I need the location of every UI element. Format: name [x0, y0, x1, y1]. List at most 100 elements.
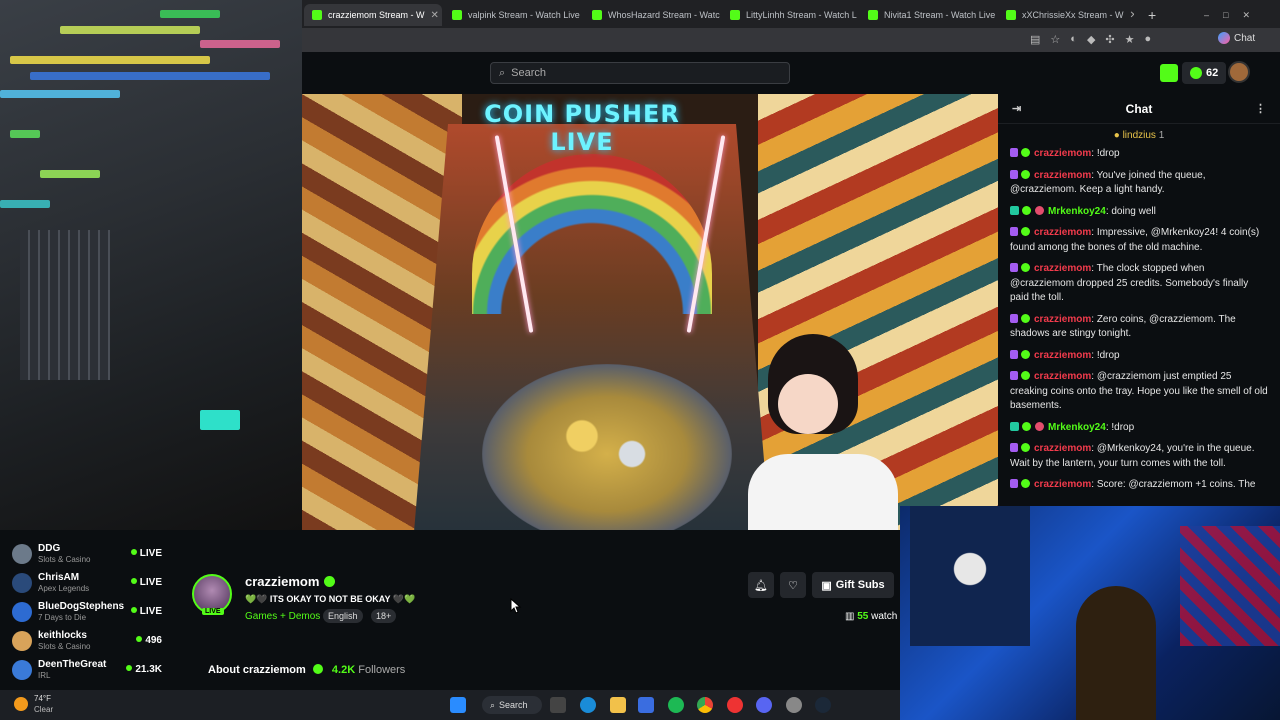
chrome-icon[interactable] — [697, 697, 713, 713]
steam-icon[interactable] — [815, 697, 831, 713]
sidebar-channel-bluedogstephens[interactable]: BlueDogStephens 7 Days to Die LIVE — [12, 598, 168, 624]
mic-badge-icon — [1010, 349, 1018, 359]
user-avatar[interactable] — [1228, 61, 1250, 83]
close-tab-icon[interactable]: ✕ — [1130, 10, 1134, 21]
discord-icon[interactable] — [756, 697, 772, 713]
obs-icon[interactable] — [727, 697, 743, 713]
chat-username[interactable]: crazziemom — [1034, 148, 1091, 159]
search-input[interactable]: ⌕ Search — [490, 62, 790, 84]
chat-username[interactable]: crazziemom — [1034, 263, 1091, 274]
live-status: LIVE — [131, 577, 162, 588]
file-explorer-icon[interactable] — [610, 697, 626, 713]
tag-18plus[interactable]: 18+ — [371, 609, 397, 623]
reading-mode-icon[interactable]: ▤ — [1030, 33, 1040, 46]
tab-crazziemom[interactable]: crazziemom Stream - W ✕ — [304, 4, 442, 26]
collapse-chat-icon[interactable]: ⇥ — [1012, 102, 1021, 115]
copilot-icon — [1218, 32, 1230, 44]
notification-bell-button[interactable]: 🔔︎ — [748, 572, 774, 598]
viewer-count: 21.3K — [126, 664, 162, 675]
gift-icon: ▣ — [821, 579, 832, 592]
follow-button[interactable]: ♡ — [780, 572, 806, 598]
mouse-cursor-icon — [510, 598, 522, 614]
chat-username[interactable]: crazziemom — [1034, 479, 1091, 490]
bookmark-star-icon[interactable]: ☆ — [1050, 33, 1060, 46]
chat-button[interactable]: Chat — [1218, 32, 1255, 44]
pinned-user: lindzius — [1122, 130, 1156, 141]
close-tab-icon[interactable]: ✕ — [431, 10, 439, 21]
gifter-badge-icon: ● — [1113, 130, 1120, 141]
new-tab-button[interactable]: + — [1140, 4, 1160, 26]
tab-label: Nivita1 Stream - Watch Live — [884, 10, 996, 20]
top-gifter-bar[interactable]: ● lindzius 1 — [998, 124, 1280, 145]
gift-badge-icon — [1022, 421, 1031, 431]
gift-subs-button[interactable]: ▣ Gift Subs — [812, 572, 894, 598]
settings-gear-icon[interactable] — [786, 697, 802, 713]
streamer-name[interactable]: crazziemom — [245, 574, 336, 589]
watchers-label: watch — [871, 611, 898, 622]
chat-text: Score: @crazziemom +1 coins. The — [1096, 479, 1256, 490]
spotify-icon[interactable] — [668, 697, 684, 713]
chat-username[interactable]: crazziemom — [1034, 170, 1091, 181]
avatar — [12, 544, 32, 564]
channel-category: Apex Legends — [38, 584, 90, 593]
tab-xxchrissiexx[interactable]: xXChrissieXx Stream - W ✕ — [998, 4, 1134, 26]
chat-message: crazziemom: @crazziemom just emptied 25 … — [1010, 371, 1268, 411]
search-icon: ⌕ — [490, 699, 496, 710]
favorites-icon[interactable]: ★ — [1125, 33, 1135, 46]
chat-message: crazziemom: @Mrkenkoy24, you're in the q… — [1010, 443, 1255, 469]
verified-icon — [312, 664, 323, 674]
chat-username[interactable]: crazziemom — [1034, 350, 1091, 361]
windows-start-icon[interactable] — [450, 697, 466, 713]
tab-littylinhh[interactable]: LittyLinhh Stream - Watch L ✕ — [722, 4, 858, 26]
avatar — [12, 573, 32, 593]
edge-browser-icon[interactable] — [580, 697, 596, 713]
kicks-balance[interactable]: 62 — [1182, 62, 1227, 84]
channel-name: keithlocks — [38, 630, 87, 641]
kicks-count: 62 — [1206, 67, 1219, 79]
sidebar-channel-ddg[interactable]: DDG Slots & Casino LIVE — [12, 540, 168, 566]
chat-username[interactable]: Mrkenkoy24 — [1048, 422, 1106, 433]
avatar — [12, 602, 32, 622]
chat-username[interactable]: crazziemom — [1034, 371, 1091, 382]
verified-badge-icon — [1021, 349, 1030, 359]
close-window-icon[interactable]: ✕ — [1242, 10, 1250, 21]
mic-badge-icon — [1010, 148, 1018, 157]
extension-icon[interactable]: ◆ — [1087, 33, 1095, 46]
sidebar-channel-deenthegreat[interactable]: DeenTheGreat IRL 21.3K — [12, 656, 168, 682]
kicks-icon — [1190, 67, 1202, 79]
sidebar-channel-chrisam[interactable]: ChrisAM Apex Legends LIVE — [12, 569, 168, 595]
verified-icon — [324, 576, 336, 587]
sidebar-channel-keithlocks[interactable]: keithlocks Slots & Casino 496 — [12, 627, 168, 653]
extension-icon[interactable]: ◐ — [1070, 33, 1077, 46]
heart-icon: ♡ — [788, 579, 798, 592]
mic-badge-icon — [1010, 313, 1018, 323]
chat-username[interactable]: crazziemom — [1034, 314, 1091, 325]
gift-icon[interactable] — [1160, 64, 1178, 82]
person-silhouette — [1076, 586, 1156, 720]
gift-subs-label: Gift Subs — [835, 579, 885, 591]
taskbar-search[interactable]: ⌕ Search — [482, 696, 542, 714]
daw-clip — [200, 40, 280, 48]
tab-label: LittyLinhh Stream - Watch L — [746, 10, 857, 20]
bell-icon: 🔔︎ — [754, 579, 768, 592]
maximize-icon[interactable]: □ — [1223, 10, 1228, 20]
chat-username[interactable]: crazziemom — [1034, 443, 1091, 454]
weather-widget[interactable]: 74°F Clear — [14, 693, 74, 717]
chat-username[interactable]: Mrkenkoy24 — [1048, 206, 1106, 217]
tab-valpink[interactable]: valpink Stream - Watch Live ✕ — [444, 4, 582, 26]
extensions-puzzle-icon[interactable]: ✣ — [1105, 33, 1114, 46]
minimize-icon[interactable]: – — [1204, 10, 1209, 20]
verified-badge-icon — [1021, 371, 1030, 380]
chat-users-icon[interactable]: ⋮ — [1255, 102, 1266, 115]
chat-username[interactable]: crazziemom — [1034, 227, 1091, 238]
task-view-icon[interactable] — [550, 697, 566, 713]
stream-category-link[interactable]: Games + Demos — [245, 611, 320, 622]
tag-english[interactable]: English — [323, 609, 363, 623]
profile-avatar[interactable]: ● — [1145, 33, 1152, 46]
channel-category: Slots & Casino — [38, 642, 91, 651]
video-player[interactable]: COIN PUSHER LIVE — [302, 94, 998, 556]
store-icon[interactable] — [638, 697, 654, 713]
weather-condition: Clear — [34, 705, 54, 714]
tab-nivita1[interactable]: Nivita1 Stream - Watch Live ✕ — [860, 4, 996, 26]
tab-whoshazard[interactable]: WhosHazard Stream - Watc ✕ — [584, 4, 720, 26]
